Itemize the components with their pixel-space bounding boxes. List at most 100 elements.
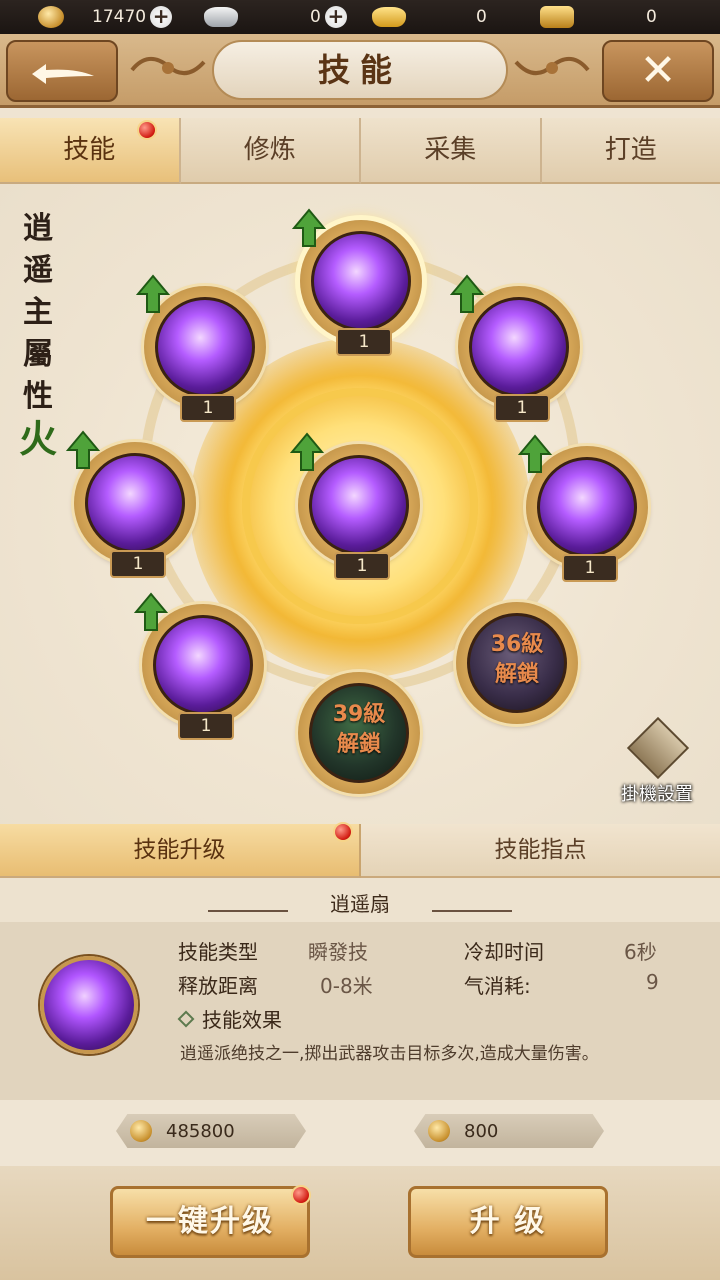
attribute-char: 遥 — [23, 253, 53, 288]
qi-cost-value: 9 — [646, 970, 659, 994]
skill-effect-title: 技能效果 — [202, 1008, 282, 1032]
page-title: 技能 — [212, 40, 508, 100]
resource-bar: 17470 + 0 + 0 0 — [0, 0, 720, 34]
skill-slot-lower-left[interactable]: 1 — [134, 592, 264, 740]
skill-slot-locked-36[interactable]: 36級 解鎖 — [456, 602, 578, 724]
unlock-label: 解鎖 — [494, 662, 539, 687]
upgrade-arrow-icon — [136, 274, 170, 313]
skill-effect-heading: 技能效果 — [177, 1004, 282, 1033]
cooldown-value: 6秒 — [624, 940, 657, 964]
skill-slot-right[interactable]: 1 — [518, 434, 648, 582]
notification-dot-icon — [291, 1185, 311, 1205]
staff-skill-icon — [85, 453, 185, 553]
tab-skill-upgrade-label: 技能升级 — [133, 837, 226, 863]
unlock-level: 36級 — [490, 632, 544, 657]
range-label: 释放距离 — [178, 974, 258, 998]
cost-single-value: 800 — [464, 1120, 499, 1142]
attribute-char: 逍 — [23, 211, 53, 246]
divider-left — [208, 910, 288, 912]
cost-single: 800 — [414, 1114, 604, 1148]
bottom-action-bar: 一键升级 升 级 — [0, 1166, 720, 1280]
cost-one-click: 485800 — [116, 1114, 306, 1148]
upgrade-arrow-icon — [292, 208, 326, 247]
main-tabs: 技能 修炼 采集 打造 — [0, 118, 720, 184]
add-coin-button[interactable]: + — [150, 6, 173, 28]
gold-amount: 0 — [476, 7, 487, 27]
tab-crafting[interactable]: 打造 — [541, 118, 720, 184]
upgrade-button[interactable]: 升 级 — [408, 1186, 608, 1258]
bag-amount: 0 — [646, 7, 657, 27]
attribute-char: 性 — [23, 379, 53, 414]
idle-settings-button[interactable]: 掛機設置 — [612, 716, 702, 808]
skill-level: 1 — [110, 550, 166, 578]
tab-skills-label: 技能 — [63, 135, 116, 165]
add-silver-button[interactable]: + — [324, 6, 347, 28]
skill-level: 1 — [336, 328, 392, 356]
upgrade-arrow-icon — [134, 592, 168, 631]
cost-one-click-value: 485800 — [166, 1120, 235, 1142]
meditating-figure-icon — [626, 716, 690, 780]
skill-level: 1 — [180, 394, 236, 422]
one-click-upgrade-button[interactable]: 一键升级 — [110, 1185, 311, 1258]
tab-skill-guidance-label: 技能指点 — [494, 837, 587, 863]
unlock-label: 解鎖 — [336, 732, 381, 757]
boot-skill-icon — [469, 297, 569, 397]
tab-skill-upgrade[interactable]: 技能升级 — [0, 822, 361, 878]
upgrade-label: 升 级 — [469, 1204, 547, 1239]
coin-icon — [428, 1120, 450, 1142]
skill-info-box: 技能类型 瞬發技 冷却时间 6秒 释放距离 0-8米 气消耗: 9 技能效果 逍… — [0, 922, 720, 1100]
skill-slot-upper-right[interactable]: 1 — [450, 274, 580, 422]
slash-skill-icon — [153, 615, 253, 715]
tab-cultivation-label: 修炼 — [243, 135, 296, 165]
coin-resource: 17470 + — [38, 0, 173, 34]
tab-skills[interactable]: 技能 — [0, 118, 181, 184]
skill-level: 1 — [494, 394, 550, 422]
unlock-level-text: 39級 解鎖 — [309, 700, 409, 760]
gold-resource: 0 — [372, 0, 487, 34]
upgrade-arrow-icon — [290, 432, 324, 471]
skill-slot-left[interactable]: 1 — [66, 430, 196, 578]
silver-resource: 0 + — [204, 0, 347, 34]
close-button[interactable]: ✕ — [602, 40, 714, 102]
notification-dot-icon — [136, 120, 157, 140]
coin-amount: 17470 — [92, 7, 147, 27]
tab-gathering[interactable]: 采集 — [361, 118, 542, 184]
idle-settings-label: 掛機設置 — [621, 784, 693, 805]
pillar-skill-icon — [155, 297, 255, 397]
skill-slot-top[interactable]: 1 — [292, 208, 422, 356]
skill-level: 1 — [562, 554, 618, 582]
divider-right — [432, 910, 512, 912]
element-fire: 火 — [18, 416, 57, 461]
unlock-level-text: 36級 解鎖 — [467, 630, 567, 690]
skill-type-label: 技能类型 — [178, 940, 258, 964]
skill-name-row: 逍遥扇 — [0, 888, 720, 918]
tab-gathering-label: 采集 — [424, 135, 477, 165]
skill-name: 逍遥扇 — [330, 892, 390, 916]
one-click-upgrade-label: 一键升级 — [146, 1204, 274, 1239]
treasure-bag-icon — [540, 6, 574, 28]
attribute-char: 屬 — [23, 337, 53, 372]
skill-slot-upper-left[interactable]: 1 — [136, 274, 266, 422]
coin-icon — [38, 6, 64, 28]
notification-dot-icon — [333, 822, 353, 842]
unlock-level: 39級 — [332, 702, 386, 727]
upgrade-arrow-icon — [450, 274, 484, 313]
skill-slot-center[interactable]: 1 — [290, 432, 420, 580]
tab-skill-guidance[interactable]: 技能指点 — [361, 824, 720, 878]
upgrade-arrow-icon — [518, 434, 552, 473]
ornament-right-icon — [514, 57, 590, 75]
ornament-left-icon — [130, 57, 206, 75]
silver-amount: 0 — [310, 7, 321, 27]
tab-cultivation[interactable]: 修炼 — [180, 118, 361, 184]
cooldown-label: 冷却时间 — [464, 940, 544, 964]
back-button[interactable] — [6, 40, 118, 102]
skill-subtabs: 技能升级 技能指点 — [0, 822, 720, 878]
skill-description: 逍遥派绝技之一,掷出武器攻击目标多次,造成大量伤害。 — [180, 1044, 599, 1064]
attribute-char: 主 — [23, 295, 53, 330]
tab-crafting-label: 打造 — [604, 135, 657, 165]
skill-detail-panel: 逍遥扇 技能类型 瞬發技 冷却时间 6秒 释放距离 0-8米 气消耗: 9 技能… — [0, 878, 720, 1100]
skill-slot-locked-39[interactable]: 39級 解鎖 — [298, 672, 420, 794]
silver-ingot-icon — [204, 7, 238, 27]
vortex-skill-icon — [309, 455, 409, 555]
bag-resource: 0 — [540, 0, 657, 34]
